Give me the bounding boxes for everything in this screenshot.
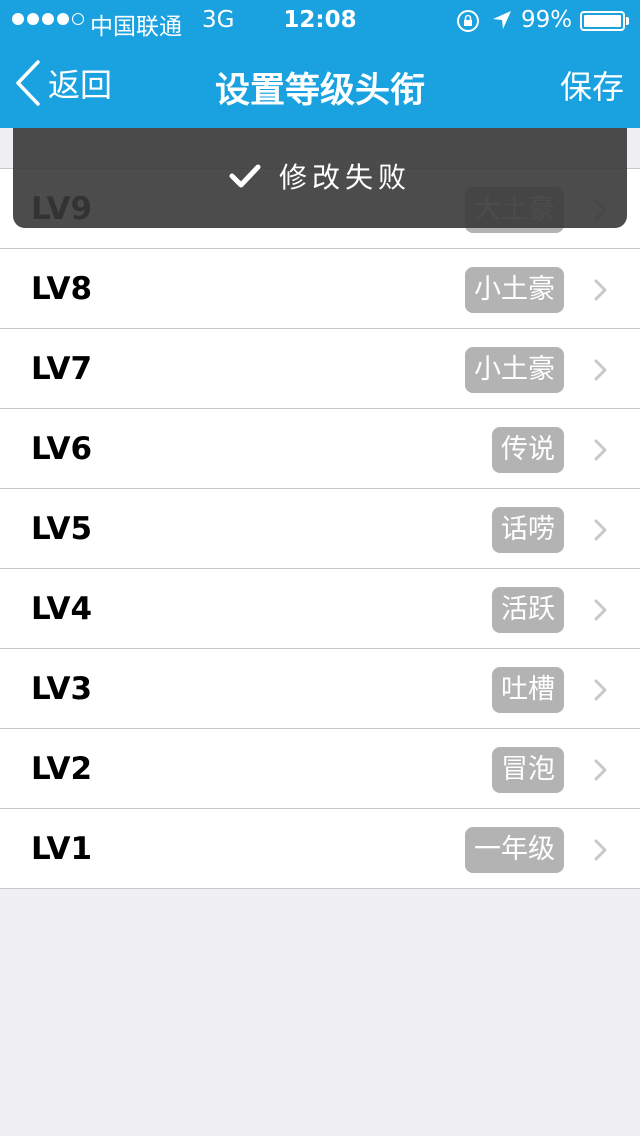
level-label: LV1 <box>31 831 93 867</box>
level-label: LV7 <box>31 351 93 387</box>
level-label: LV5 <box>31 511 93 547</box>
toast-message: 修改失败 <box>13 128 627 228</box>
page-title: 设置等级头衔 <box>214 71 425 111</box>
navigation-bar: 返回 设置等级头衔 保存 <box>0 40 640 128</box>
level-row-lv4[interactable]: LV4 活跃 <box>0 569 640 649</box>
level-row-lv3[interactable]: LV3 吐槽 <box>0 649 640 729</box>
battery-icon <box>580 11 630 31</box>
level-row-lv2[interactable]: LV2 冒泡 <box>0 729 640 809</box>
level-label: LV2 <box>31 751 93 787</box>
toast-text: 修改失败 <box>278 161 411 194</box>
status-bar: 中国联通 3G 12:08 99% <box>0 0 640 40</box>
level-title-badge: 小土豪 <box>465 267 564 313</box>
level-title-badge: 话唠 <box>492 507 564 553</box>
level-row-lv1[interactable]: LV1 一年级 <box>0 809 640 889</box>
level-title-badge: 吐槽 <box>492 667 564 713</box>
level-row-lv5[interactable]: LV5 话唠 <box>0 489 640 569</box>
top-bar: 中国联通 3G 12:08 99% 返回 设置等级头衔 保存 <box>0 0 640 128</box>
level-label: LV8 <box>31 271 93 307</box>
level-row-lv6[interactable]: LV6 传说 <box>0 409 640 489</box>
level-title-badge: 传说 <box>492 427 564 473</box>
level-title-badge: 冒泡 <box>492 747 564 793</box>
chevron-right-icon <box>594 599 607 621</box>
chevron-right-icon <box>594 679 607 701</box>
level-title-badge: 一年级 <box>465 827 564 873</box>
location-arrow-icon <box>493 11 511 29</box>
level-title-list: LV9大土豪LV8小土豪LV7小土豪LV6传说LV5话唠LV4活跃LV3吐槽LV… <box>0 168 640 889</box>
chevron-right-icon <box>594 839 607 861</box>
level-label: LV3 <box>31 671 93 707</box>
level-label: LV4 <box>31 591 93 627</box>
level-label: LV6 <box>31 431 93 467</box>
screen: 中国联通 3G 12:08 99% 返回 设置等级头衔 保存 LV8 小土豪 L… <box>0 0 640 1136</box>
level-row-lv8[interactable]: LV8 小土豪 <box>0 249 640 329</box>
chevron-right-icon <box>594 759 607 781</box>
save-button[interactable]: 保存 <box>560 62 624 108</box>
chevron-right-icon <box>594 359 607 381</box>
chevron-right-icon <box>594 279 607 301</box>
rotation-lock-icon <box>457 10 479 32</box>
level-row-lv7[interactable]: LV7 小土豪 <box>0 329 640 409</box>
chevron-right-icon <box>594 439 607 461</box>
level-title-badge: 小土豪 <box>465 347 564 393</box>
chevron-right-icon <box>594 519 607 541</box>
checkmark-icon <box>229 164 261 188</box>
level-title-badge: 活跃 <box>492 587 564 633</box>
battery-percentage: 99% <box>521 7 573 33</box>
